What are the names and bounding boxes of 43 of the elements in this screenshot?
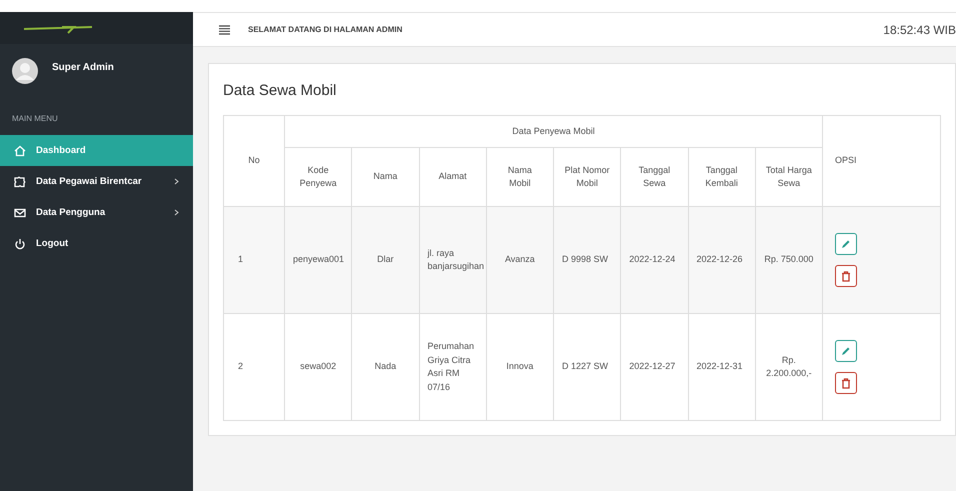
table-cell: 2022-12-24 bbox=[620, 206, 688, 314]
table-cell: 2022-12-26 bbox=[688, 206, 756, 314]
mail-icon bbox=[14, 206, 26, 218]
table-cell: Rp. 2.200.000,- bbox=[755, 314, 822, 420]
power-icon bbox=[14, 238, 26, 250]
table-cell: D 1227 SW bbox=[554, 314, 621, 420]
table-cell: sewa002 bbox=[284, 314, 352, 420]
column-header: No bbox=[224, 116, 284, 206]
menu-item[interactable]: Data Pengguna bbox=[0, 197, 193, 228]
pencil-icon bbox=[841, 346, 851, 356]
table-cell: Nada bbox=[352, 314, 419, 420]
edit-button[interactable] bbox=[835, 233, 857, 255]
table-cell: jl. raya banjarsugihan bbox=[419, 206, 486, 314]
table-cell: Rp. 750.000 bbox=[755, 206, 822, 314]
edit-button[interactable] bbox=[835, 340, 857, 362]
menu-item[interactable]: Data Pegawai Birentcar bbox=[0, 166, 193, 197]
table-cell: penyewa001 bbox=[284, 206, 352, 314]
menu-icon[interactable] bbox=[219, 24, 230, 34]
menu-section-label: MAIN MENU bbox=[11, 113, 59, 125]
table-cell: Perumahan Griya Citra Asri RM 07/16 bbox=[419, 314, 486, 420]
puzzle-icon bbox=[14, 176, 26, 188]
table-cell: Avanza bbox=[486, 206, 554, 314]
column-header: OPSI bbox=[822, 116, 940, 206]
pencil-icon bbox=[841, 239, 851, 249]
delete-button[interactable] bbox=[835, 372, 857, 394]
menu-item[interactable]: Logout bbox=[0, 228, 193, 259]
table-cell: Innova bbox=[486, 314, 554, 420]
delete-button[interactable] bbox=[835, 265, 857, 287]
welcome-title: SELAMAT DATANG DI HALAMAN ADMIN bbox=[248, 25, 402, 34]
card-title: Data Sewa Mobil bbox=[223, 82, 338, 99]
home-icon bbox=[14, 144, 26, 156]
table-cell: 2022-12-31 bbox=[688, 314, 756, 420]
user-name: Super Admin bbox=[52, 62, 114, 73]
group-header: Data Penyewa Mobil bbox=[284, 116, 822, 148]
table-cell: Dlar bbox=[352, 206, 419, 314]
trash-icon bbox=[841, 378, 851, 388]
trash-icon bbox=[841, 270, 851, 282]
table-cell: 2022-12-27 bbox=[620, 314, 688, 420]
table-cell: 1 bbox=[224, 206, 284, 314]
table-cell: 2 bbox=[224, 314, 284, 420]
avatar-icon bbox=[12, 58, 38, 84]
clock: 18:52:43 WIB bbox=[883, 22, 956, 36]
table-cell: D 9998 SW bbox=[554, 206, 621, 314]
